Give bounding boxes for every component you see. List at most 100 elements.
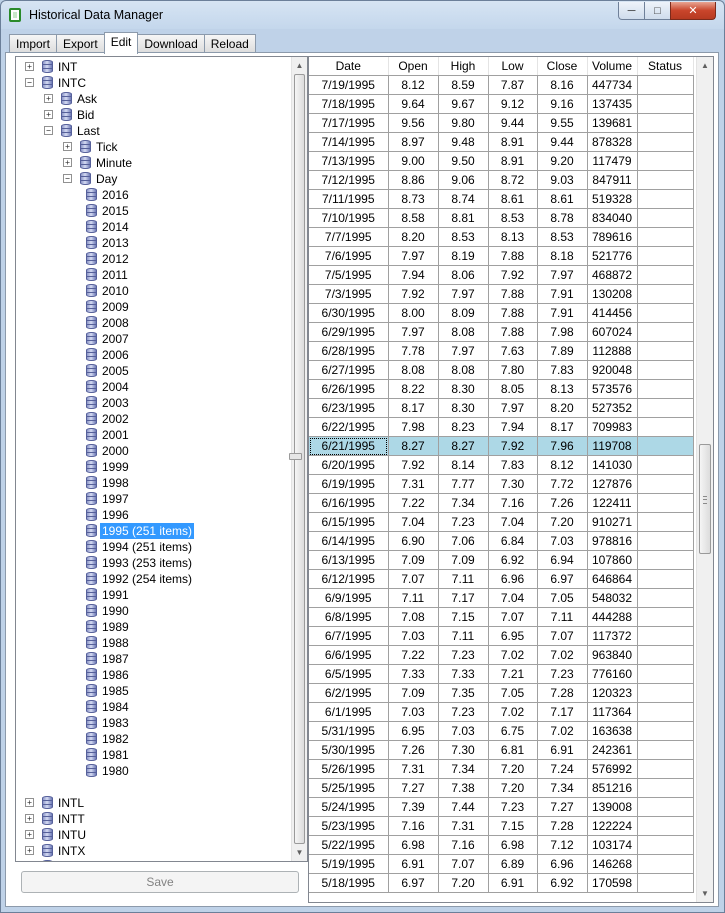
cell-status[interactable] (637, 702, 694, 722)
cell-low[interactable]: 7.83 (488, 455, 538, 475)
cell-close[interactable]: 7.05 (537, 588, 588, 608)
cell-close[interactable]: 8.17 (537, 417, 588, 437)
cell-open[interactable]: 7.39 (388, 797, 439, 817)
cell-status[interactable] (637, 721, 694, 741)
tree-node-label[interactable]: 1994 (251 items) (100, 539, 194, 555)
tree-node[interactable]: 2013 (16, 235, 291, 251)
cell-high[interactable]: 8.30 (438, 398, 489, 418)
cell-date[interactable]: 7/18/1995 (309, 94, 389, 114)
cell-status[interactable] (637, 588, 694, 608)
column-header-volume[interactable]: Volume (587, 57, 638, 76)
cell-date[interactable]: 6/14/1995 (309, 531, 389, 551)
tree-node[interactable]: − INTC (16, 75, 291, 91)
cell-date[interactable]: 5/24/1995 (309, 797, 389, 817)
cell-date[interactable]: 6/26/1995 (309, 379, 389, 399)
cell-volume[interactable]: 112888 (587, 341, 638, 361)
tree-node-label[interactable]: 2000 (100, 443, 131, 459)
cell-low[interactable]: 7.07 (488, 607, 538, 627)
cell-date[interactable]: 7/7/1995 (309, 227, 389, 247)
tree-node-label[interactable]: 2007 (100, 331, 131, 347)
tree-node[interactable]: 2001 (16, 427, 291, 443)
cell-close[interactable]: 9.20 (537, 151, 588, 171)
tree-node[interactable]: 1995 (251 items) (16, 523, 291, 539)
tree-node-label[interactable]: INT (56, 59, 79, 75)
tree-node[interactable]: − Day (16, 171, 291, 187)
cell-high[interactable]: 7.06 (438, 531, 489, 551)
tree-node[interactable]: + Ask (16, 91, 291, 107)
cell-volume[interactable]: 834040 (587, 208, 638, 228)
cell-close[interactable]: 8.20 (537, 398, 588, 418)
cell-date[interactable]: 7/12/1995 (309, 170, 389, 190)
cell-status[interactable] (637, 854, 694, 874)
cell-date[interactable]: 6/28/1995 (309, 341, 389, 361)
cell-open[interactable]: 7.97 (388, 322, 439, 342)
cell-date[interactable]: 7/5/1995 (309, 265, 389, 285)
cell-close[interactable]: 7.96 (537, 436, 588, 456)
cell-high[interactable]: 8.30 (438, 379, 489, 399)
cell-status[interactable] (637, 740, 694, 760)
table-row[interactable]: 7/3/1995 7.92 7.97 7.88 7.91 130208 (309, 284, 694, 304)
tree-node[interactable]: 2006 (16, 347, 291, 363)
cell-volume[interactable]: 963840 (587, 645, 638, 665)
cell-date[interactable]: 6/22/1995 (309, 417, 389, 437)
cell-high[interactable]: 7.35 (438, 683, 489, 703)
tree-node[interactable]: 1980 (16, 763, 291, 779)
cell-open[interactable]: 7.22 (388, 493, 439, 513)
cell-date[interactable]: 5/19/1995 (309, 854, 389, 874)
cell-status[interactable] (637, 436, 694, 456)
cell-volume[interactable]: 117372 (587, 626, 638, 646)
cell-status[interactable] (637, 455, 694, 475)
tree-node-label[interactable]: 2016 (100, 187, 131, 203)
cell-high[interactable]: 9.06 (438, 170, 489, 190)
cell-status[interactable] (637, 94, 694, 114)
cell-open[interactable]: 7.09 (388, 550, 439, 570)
table-row[interactable]: 7/7/1995 8.20 8.53 8.13 8.53 789616 (309, 227, 694, 247)
scroll-up-arrow-icon[interactable]: ▲ (292, 57, 307, 74)
tree-node[interactable]: + INT (16, 59, 291, 75)
cell-close[interactable]: 7.07 (537, 626, 588, 646)
cell-volume[interactable]: 170598 (587, 873, 638, 893)
tree-node[interactable]: 2009 (16, 299, 291, 315)
cell-close[interactable]: 7.20 (537, 512, 588, 532)
cell-status[interactable] (637, 284, 694, 304)
cell-high[interactable]: 7.97 (438, 341, 489, 361)
tree-node-label[interactable]: 2008 (100, 315, 131, 331)
tree-node-label[interactable]: 1988 (100, 635, 131, 651)
cell-volume[interactable]: 137435 (587, 94, 638, 114)
cell-volume[interactable]: 576992 (587, 759, 638, 779)
table-row[interactable]: 6/8/1995 7.08 7.15 7.07 7.11 444288 (309, 607, 694, 627)
tree-node-label[interactable]: Minute (94, 155, 134, 171)
tree-node[interactable]: 2000 (16, 443, 291, 459)
cell-open[interactable]: 7.16 (388, 816, 439, 836)
cell-date[interactable]: 5/30/1995 (309, 740, 389, 760)
cell-high[interactable]: 8.59 (438, 75, 489, 95)
table-row[interactable]: 5/23/1995 7.16 7.31 7.15 7.28 122224 (309, 816, 694, 836)
cell-close[interactable]: 7.12 (537, 835, 588, 855)
cell-low[interactable]: 7.16 (488, 493, 538, 513)
cell-date[interactable]: 6/21/1995 (309, 436, 389, 456)
cell-volume[interactable]: 127876 (587, 474, 638, 494)
tree-node-label[interactable]: 1983 (100, 715, 131, 731)
title-bar[interactable]: Historical Data Manager ─ □ ✕ (1, 1, 724, 29)
tree-node[interactable]: 1991 (16, 587, 291, 603)
cell-volume[interactable]: 163638 (587, 721, 638, 741)
cell-open[interactable]: 7.04 (388, 512, 439, 532)
cell-high[interactable]: 9.67 (438, 94, 489, 114)
cell-low[interactable]: 7.23 (488, 797, 538, 817)
tree-node-label[interactable]: 1986 (100, 667, 131, 683)
tree-node[interactable]: + Bid (16, 107, 291, 123)
cell-high[interactable]: 8.23 (438, 417, 489, 437)
cell-close[interactable]: 7.11 (537, 607, 588, 627)
cell-volume[interactable]: 776160 (587, 664, 638, 684)
cell-date[interactable]: 5/25/1995 (309, 778, 389, 798)
cell-open[interactable]: 9.00 (388, 151, 439, 171)
expand-icon[interactable]: + (63, 158, 72, 167)
tree-node[interactable]: 2008 (16, 315, 291, 331)
cell-open[interactable]: 7.92 (388, 284, 439, 304)
table-row[interactable]: 5/30/1995 7.26 7.30 6.81 6.91 242361 (309, 740, 694, 760)
cell-high[interactable]: 8.27 (438, 436, 489, 456)
tree-node-label[interactable]: 2013 (100, 235, 131, 251)
cell-date[interactable]: 6/16/1995 (309, 493, 389, 513)
cell-high[interactable]: 7.23 (438, 702, 489, 722)
tree-node-label[interactable]: 1981 (100, 747, 131, 763)
